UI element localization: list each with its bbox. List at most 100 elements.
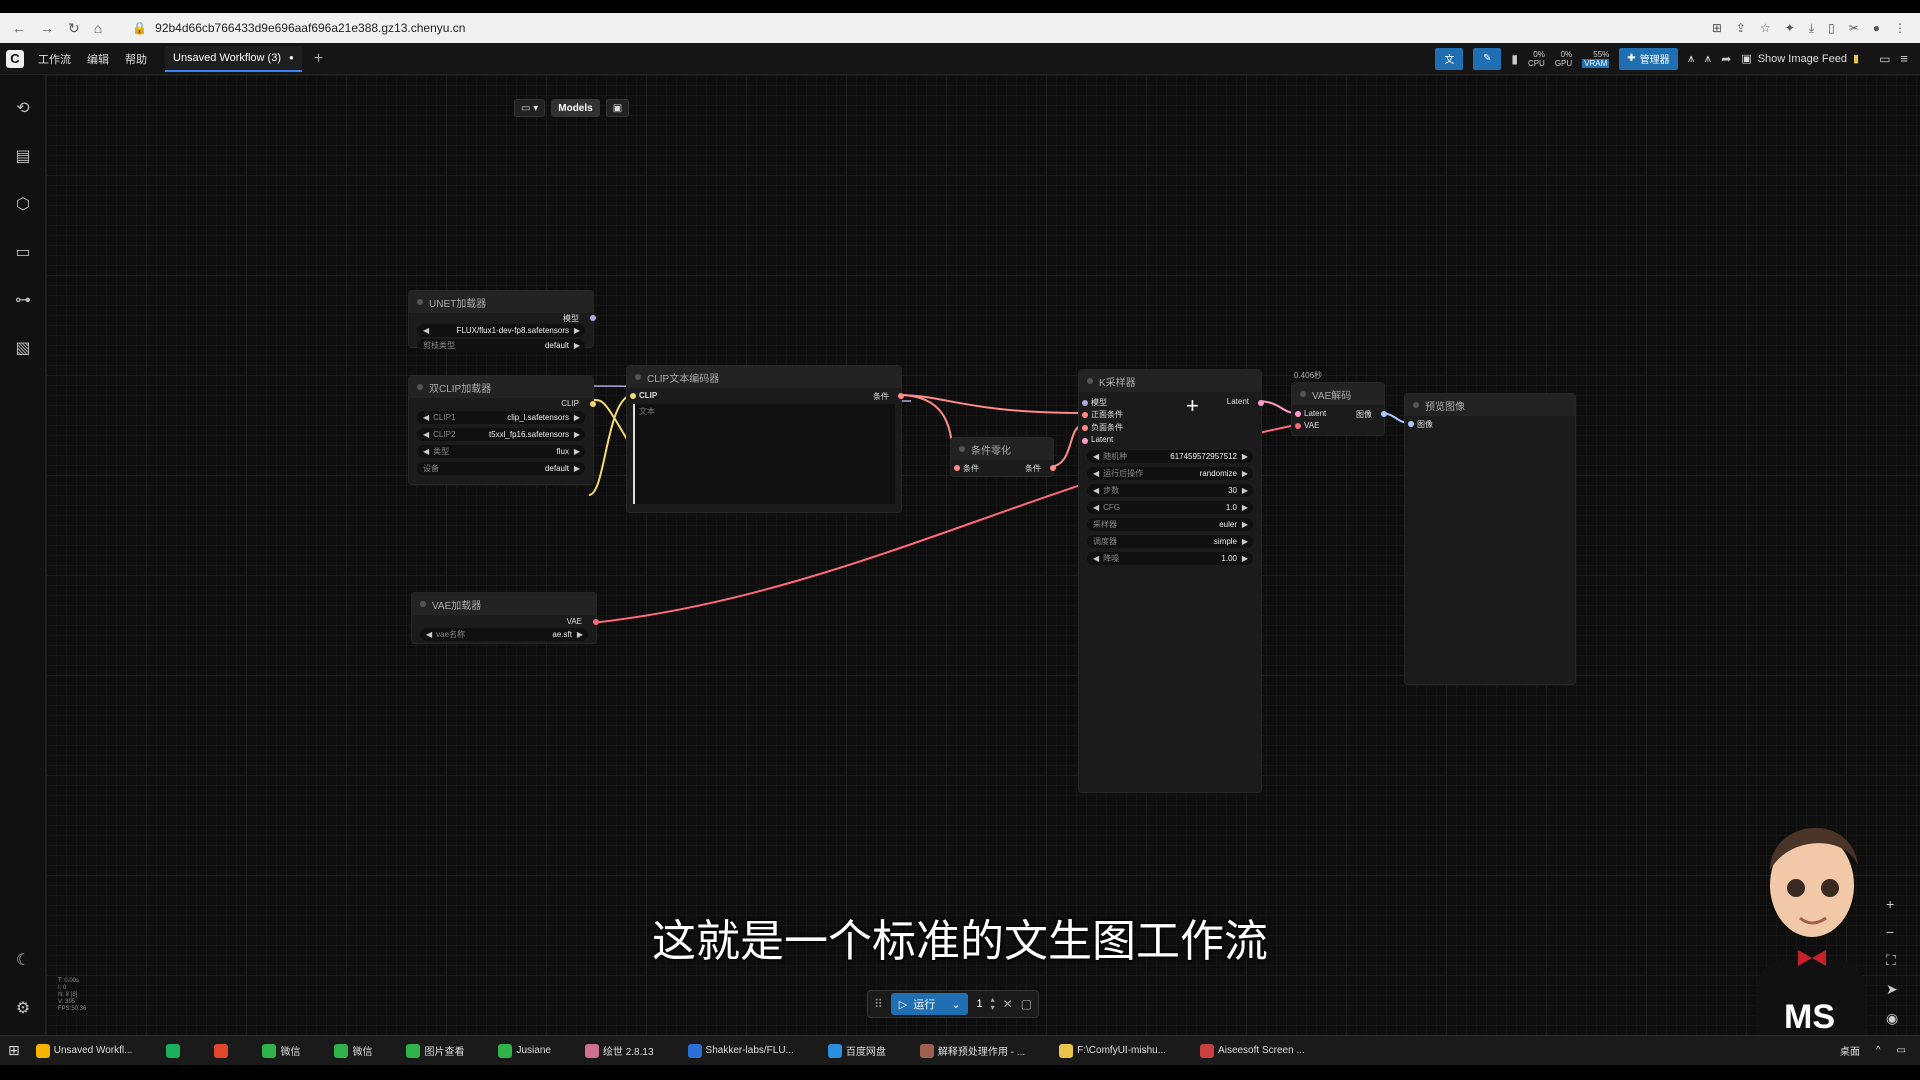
dualclip-type-widget[interactable]: ◀ 类型 flux ▶ — [417, 445, 585, 458]
ksampler-seed-widget[interactable]: ◀ 随机种 617459572957512 ▶ — [1087, 450, 1253, 463]
profile-icon[interactable]: ● — [1873, 21, 1880, 36]
sidepanel-icon[interactable]: ▯ — [1828, 21, 1835, 36]
unet-model-output[interactable] — [590, 315, 596, 321]
taskbar-item[interactable]: Unsaved Workfl... — [28, 1036, 141, 1066]
tray-chevron-icon[interactable]: ^ — [1868, 1036, 1889, 1066]
node-unet-loader[interactable]: UNET加载器 模型 ◀ FLUX/flux1-dev-fp8.safetenso… — [408, 290, 596, 352]
node-edit-button[interactable]: ✎ — [1473, 47, 1502, 70]
taskbar-item[interactable]: 微信 — [326, 1036, 380, 1066]
batch-count-input[interactable]: 1 — [976, 998, 982, 1010]
translate-button[interactable]: 文 — [1435, 47, 1464, 70]
ksampler-positive-input[interactable] — [1082, 412, 1088, 418]
ksampler-latent-output[interactable] — [1258, 400, 1264, 406]
extensions-icon[interactable]: ✦ — [1785, 21, 1795, 36]
taskbar-item[interactable]: 解释预处理作用 - ... — [912, 1036, 1033, 1066]
zoom-in-icon[interactable]: + — [1886, 896, 1898, 912]
ksampler-steps-widget[interactable]: ◀ 步数 30 ▶ — [1087, 484, 1253, 497]
hamburger-icon[interactable]: ≡ — [1900, 51, 1908, 66]
condzero-output[interactable] — [1050, 465, 1056, 471]
home-icon[interactable]: ⌂ — [94, 20, 102, 37]
new-tab-button[interactable]: + — [314, 50, 323, 68]
taskbar-item[interactable] — [158, 1036, 188, 1066]
prompt-textarea[interactable]: 文本 — [633, 404, 895, 504]
queue-icon[interactable]: ⩚ — [1688, 51, 1695, 66]
vaeloader-name-widget[interactable]: ◀ vae名称 ae.sft ▶ — [420, 628, 588, 641]
zoom-out-icon[interactable]: − — [1886, 924, 1898, 940]
unet-prune-widget[interactable]: 剪枝类型 default ▶ — [417, 339, 585, 352]
share-icon[interactable]: ⇪ — [1736, 21, 1746, 36]
vaeloader-vae-output[interactable] — [593, 619, 599, 625]
gear-icon[interactable]: ⚙ — [13, 999, 33, 1019]
menu-edit[interactable]: 编辑 — [87, 51, 109, 67]
notification-icon[interactable]: ▭ — [1889, 1036, 1914, 1066]
ksampler-denoise-widget[interactable]: ◀ 降噪 1.00 ▶ — [1087, 552, 1253, 565]
pointer-icon[interactable]: ➤ — [1886, 981, 1898, 998]
taskbar-item[interactable]: Aiseesoft Screen ... — [1192, 1036, 1313, 1066]
cliptext-clip-input[interactable] — [630, 393, 636, 399]
eye-icon[interactable]: ◉ — [1886, 1010, 1898, 1027]
translate-icon[interactable]: ⊞ — [1712, 21, 1722, 36]
bookmark-icon[interactable]: ▮ — [1511, 52, 1518, 66]
fit-view-icon[interactable]: ⛶ — [1886, 952, 1898, 969]
node-ksampler[interactable]: K采样器 模型 正面条件 负面条件 Latent Latent ◀ 随机种 6174… — [1078, 369, 1264, 793]
drag-handle-icon[interactable]: ⠿ — [874, 997, 883, 1011]
cliptext-cond-output[interactable] — [898, 393, 904, 399]
taskbar-item[interactable]: Jusiane — [490, 1036, 558, 1066]
run-button[interactable]: ▷ 运行 ⌄ — [890, 993, 969, 1015]
taskbar-tray-label[interactable]: 桌面 — [1832, 1036, 1868, 1066]
taskbar-item[interactable]: 百度网盘 — [820, 1036, 894, 1066]
history-sidebar-icon[interactable]: ⟲ — [13, 99, 33, 119]
queue-sidebar-icon[interactable]: ▤ — [13, 147, 33, 167]
manager-button[interactable]: ✚ 管理器 — [1619, 47, 1678, 70]
share-arrow-icon[interactable]: ➦ — [1721, 52, 1731, 66]
condzero-input[interactable] — [954, 465, 960, 471]
star-icon[interactable]: ☆ — [1760, 21, 1771, 36]
ksampler-sampler-widget[interactable]: 采样器 euler ▶ — [1087, 518, 1253, 531]
node-conditioning-zero[interactable]: 条件零化 条件 条件 — [950, 437, 1056, 477]
history-icon[interactable]: ⩚ — [1704, 51, 1711, 66]
workflow-tree-icon[interactable]: ⊶ — [13, 291, 33, 311]
gallery-sidebar-icon[interactable]: ▧ — [13, 339, 33, 359]
cancel-icon[interactable]: ✕ — [1003, 997, 1013, 1011]
node-vae-loader[interactable]: VAE加载器 VAE ◀ vae名称 ae.sft ▶ — [411, 592, 599, 644]
stop-icon[interactable]: ▢ — [1021, 997, 1032, 1011]
node-preview-image[interactable]: 预览图像 图像 — [1404, 393, 1576, 685]
dualclip-device-widget[interactable]: 设备 default ▶ — [417, 462, 585, 475]
ksampler-cfg-widget[interactable]: ◀ CFG 1.0 ▶ — [1087, 501, 1253, 514]
taskbar-item[interactable]: 微信 — [254, 1036, 308, 1066]
panel-toggle-icon[interactable]: ▭ — [1879, 52, 1890, 66]
vaedecode-image-output[interactable] — [1381, 411, 1387, 417]
graph-canvas[interactable]: ▭ ▾ Models ▣ UNET加载器 模型 ◀ FLUX/flux1-dev-… — [46, 75, 1920, 1035]
address-bar[interactable]: 🔒 92b4d66cb766433d9e696aaf696a21e388.gz1… — [132, 21, 465, 35]
dualclip-clip-output[interactable] — [590, 401, 596, 407]
scissors-icon[interactable]: ✂ — [1849, 21, 1859, 36]
node-vae-decode[interactable]: VAE解码 Latent VAE 图像 — [1291, 382, 1387, 436]
node-clip-text-encoder[interactable]: CLIP文本编码器 CLIP 条件 文本 — [626, 365, 904, 513]
reload-icon[interactable]: ↻ — [68, 20, 80, 37]
taskbar-item[interactable]: 图片查看 — [398, 1036, 472, 1066]
forward-icon[interactable]: → — [40, 20, 54, 37]
workflow-tab[interactable]: Unsaved Workflow (3) ● — [165, 45, 302, 72]
vaedecode-latent-input[interactable] — [1295, 411, 1301, 417]
stepper-icon[interactable]: ▴ ▾ — [991, 996, 995, 1012]
show-image-feed-button[interactable]: ▣ Show Image Feed ▮ — [1741, 52, 1859, 66]
ksampler-model-input[interactable] — [1082, 400, 1088, 406]
start-icon[interactable]: ⊞ — [0, 1036, 28, 1066]
dualclip-clip1-widget[interactable]: ◀ CLIP1 clip_l.safetensors ▶ — [417, 411, 585, 424]
menu-help[interactable]: 帮助 — [125, 51, 147, 67]
taskbar-item[interactable]: 绘世 2.8.13 — [577, 1036, 662, 1066]
node-dual-clip-loader[interactable]: 双CLIP加载器 CLIP ◀ CLIP1 clip_l.safetensors ▶ … — [408, 375, 596, 485]
dualclip-clip2-widget[interactable]: ◀ CLIP2 t5xxl_fp16.safetensors ▶ — [417, 428, 585, 441]
taskbar-item[interactable]: Shakker-labs/FLU... — [680, 1036, 802, 1066]
unet-model-widget[interactable]: ◀ FLUX/flux1-dev-fp8.safetensors ▶ — [417, 324, 585, 337]
menu-workflow[interactable]: 工作流 — [38, 51, 71, 67]
download-icon[interactable]: ⤓ — [1809, 21, 1814, 36]
browser-menu-icon[interactable]: ⋮ — [1894, 21, 1906, 36]
taskbar-item[interactable]: F:\ComfyUI-mishu... — [1051, 1036, 1174, 1066]
vaedecode-vae-input[interactable] — [1295, 423, 1301, 429]
taskbar-item[interactable] — [206, 1036, 236, 1066]
ksampler-scheduler-widget[interactable]: 调度器 simple ▶ — [1087, 535, 1253, 548]
back-icon[interactable]: ← — [12, 20, 26, 37]
node-library-icon[interactable]: ⬡ — [13, 195, 33, 215]
ksampler-latent-input[interactable] — [1082, 438, 1088, 444]
